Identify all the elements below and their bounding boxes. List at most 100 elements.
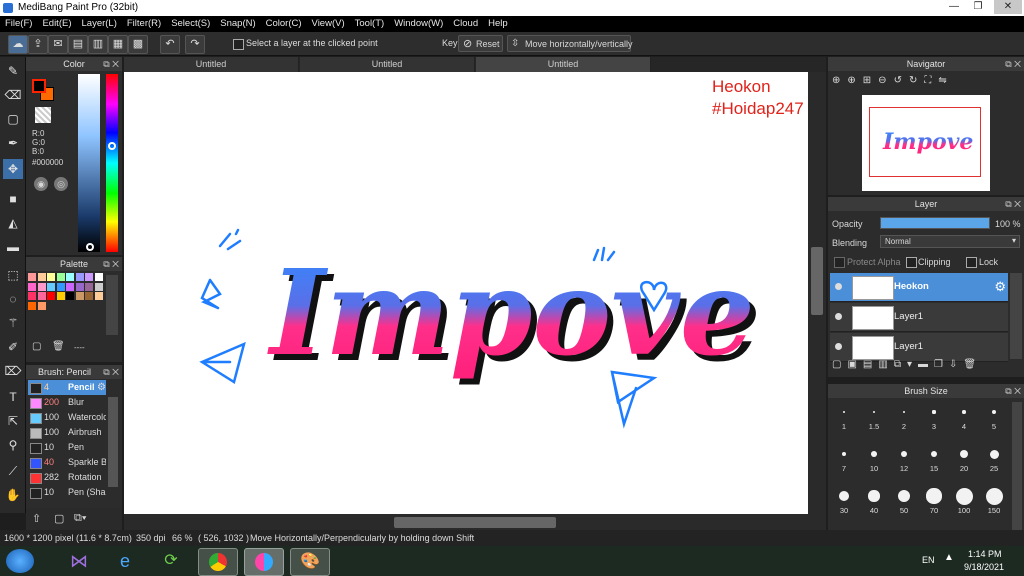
palette-swatch[interactable]: [85, 273, 93, 281]
layer-row-heokon[interactable]: Heokon ⚙: [830, 273, 1008, 302]
brush-settings-icon[interactable]: ⧉▾: [74, 512, 86, 525]
brush-size-option[interactable]: 4: [949, 402, 979, 432]
panel-float-close-icon[interactable]: ⧉ ✕: [103, 257, 119, 271]
brush-item[interactable]: 100 Airbrush: [28, 425, 106, 440]
brush-size-option[interactable]: 7: [829, 444, 859, 474]
palette-swatch[interactable]: [28, 273, 36, 281]
brightness-marker[interactable]: [86, 243, 94, 251]
panel-float-close-icon[interactable]: ⧉ ✕: [1005, 57, 1021, 71]
hue-bar[interactable]: [106, 74, 118, 252]
protect-alpha-checkbox[interactable]: [834, 257, 845, 268]
lock-checkbox[interactable]: [966, 257, 977, 268]
add-layer-menu-icon[interactable]: ⧉▾: [894, 359, 918, 370]
comment-icon[interactable]: ▤: [68, 35, 88, 54]
drawing-canvas[interactable]: Impove Impove Heokon #Hoidap247: [124, 72, 808, 514]
start-button[interactable]: [6, 549, 34, 573]
chrome-icon[interactable]: [198, 548, 238, 576]
move-mode-button[interactable]: ⇳ Move horizontally/vertically: [507, 35, 633, 52]
new-halftone-layer-icon[interactable]: ▣: [847, 359, 862, 370]
menu-tool[interactable]: Tool(T): [350, 16, 390, 32]
brush-size-option[interactable]: 12: [889, 444, 919, 474]
menu-cloud[interactable]: Cloud: [448, 16, 483, 32]
transparent-color-swatch[interactable]: [35, 107, 51, 123]
clock-time[interactable]: 1:14 PM: [968, 549, 1002, 559]
brush-list-scrollbar[interactable]: [108, 397, 118, 487]
color-mixer-icon[interactable]: ◎: [54, 177, 68, 191]
new-1bit-layer-icon[interactable]: ▥: [878, 359, 893, 370]
folder-icon[interactable]: ▬: [918, 359, 934, 370]
brush-size-option[interactable]: 1: [829, 402, 859, 432]
magic-wand-tool-icon[interactable]: ⚚: [3, 313, 23, 333]
vertical-scrollbar[interactable]: [808, 72, 826, 514]
pen-tool-icon[interactable]: ✒: [3, 133, 23, 153]
brush-size-option[interactable]: 1.5: [859, 402, 889, 432]
brush-item[interactable]: 10 Pen (Sha: [28, 485, 106, 500]
panel-divide-tool-icon[interactable]: ⟋: [3, 461, 23, 481]
layer-row-layer1-b[interactable]: Layer1: [830, 333, 1008, 362]
select-layer-checkbox[interactable]: [233, 39, 244, 50]
brush-size-option[interactable]: 3: [919, 402, 949, 432]
panel-float-close-icon[interactable]: ⧉ ✕: [103, 57, 119, 71]
brush-size-option[interactable]: 50: [889, 486, 919, 516]
primary-color-swatch[interactable]: [32, 79, 46, 93]
grid-icon[interactable]: ▩: [128, 35, 148, 54]
palette-swatch[interactable]: [75, 282, 84, 291]
horizontal-scrollbar[interactable]: [124, 514, 826, 530]
palette-delete-icon[interactable]: 🗑: [52, 341, 65, 352]
rotate-left-icon[interactable]: ↺: [894, 75, 909, 86]
chat-icon[interactable]: ✉: [48, 35, 68, 54]
tab-untitled-1[interactable]: Untitled: [124, 57, 299, 72]
flip-icon[interactable]: ⇋: [938, 75, 953, 86]
share-icon[interactable]: ⇪: [28, 35, 48, 54]
brush-size-option[interactable]: 150: [979, 486, 1009, 516]
zoom-in-icon[interactable]: ⊕: [847, 75, 862, 86]
palette-swatch[interactable]: [28, 292, 36, 300]
color-brightness-bar[interactable]: [78, 74, 100, 252]
horizontal-scroll-thumb[interactable]: [394, 517, 556, 528]
delete-layer-icon[interactable]: 🗑: [963, 359, 982, 370]
palette-swatch[interactable]: [56, 282, 65, 291]
palette-swatch[interactable]: [85, 292, 93, 300]
language-indicator[interactable]: EN: [922, 555, 935, 565]
visibility-icon[interactable]: [835, 283, 842, 290]
operation-tool-icon[interactable]: ⇱: [3, 411, 23, 431]
layer-row-layer1[interactable]: Layer1: [830, 303, 1008, 332]
new-layer-icon[interactable]: ▢: [832, 359, 847, 370]
undo-icon[interactable]: ↶: [160, 35, 180, 54]
dot-tool-icon[interactable]: ▢: [3, 109, 23, 129]
visibility-icon[interactable]: [835, 313, 842, 320]
menu-select[interactable]: Select(S): [166, 16, 215, 32]
brush-size-option[interactable]: 2: [889, 402, 919, 432]
zoom-actual-icon[interactable]: ⊞: [863, 75, 878, 86]
tab-untitled-2[interactable]: Untitled: [300, 57, 475, 72]
duplicate-layer-icon[interactable]: ❐: [934, 359, 949, 370]
clock-date[interactable]: 9/18/2021: [964, 562, 1004, 572]
opacity-slider[interactable]: [880, 217, 990, 229]
palette-swatch[interactable]: [66, 273, 74, 281]
menu-color[interactable]: Color(C): [261, 16, 307, 32]
palette-swatch[interactable]: [47, 292, 55, 300]
palette-swatch[interactable]: [28, 282, 36, 291]
zoom-out-icon[interactable]: ⊖: [878, 75, 893, 86]
visibility-icon[interactable]: [835, 343, 842, 350]
maximize-button[interactable]: ❐: [967, 0, 989, 14]
rotate-right-icon[interactable]: ↻: [909, 75, 924, 86]
merge-down-icon[interactable]: ⇩: [949, 359, 963, 370]
palette-swatch[interactable]: [37, 273, 46, 281]
move-tool-icon[interactable]: ✥: [3, 159, 23, 179]
palette-swatch[interactable]: [75, 292, 84, 300]
brush-item[interactable]: 100 Watercolor: [28, 410, 106, 425]
visual-studio-icon[interactable]: ⋈: [60, 548, 98, 574]
brush-add-icon[interactable]: ⇧: [32, 512, 41, 525]
menu-snap[interactable]: Snap(N): [215, 16, 260, 32]
bucket-tool-icon[interactable]: ◭: [3, 213, 23, 233]
brush-item[interactable]: 282 Rotation: [28, 470, 106, 485]
paint-icon[interactable]: 🎨: [290, 548, 330, 576]
cloud-icon[interactable]: ☁: [8, 35, 28, 54]
menu-help[interactable]: Help: [483, 16, 513, 32]
gradient-tool-icon[interactable]: ▬: [3, 237, 23, 257]
select-rect-tool-icon[interactable]: ⬚: [3, 265, 23, 285]
palette-scrollbar[interactable]: [106, 275, 118, 335]
palette-swatch[interactable]: [56, 292, 65, 300]
eyedropper-tool-icon[interactable]: ⚲: [3, 435, 23, 455]
